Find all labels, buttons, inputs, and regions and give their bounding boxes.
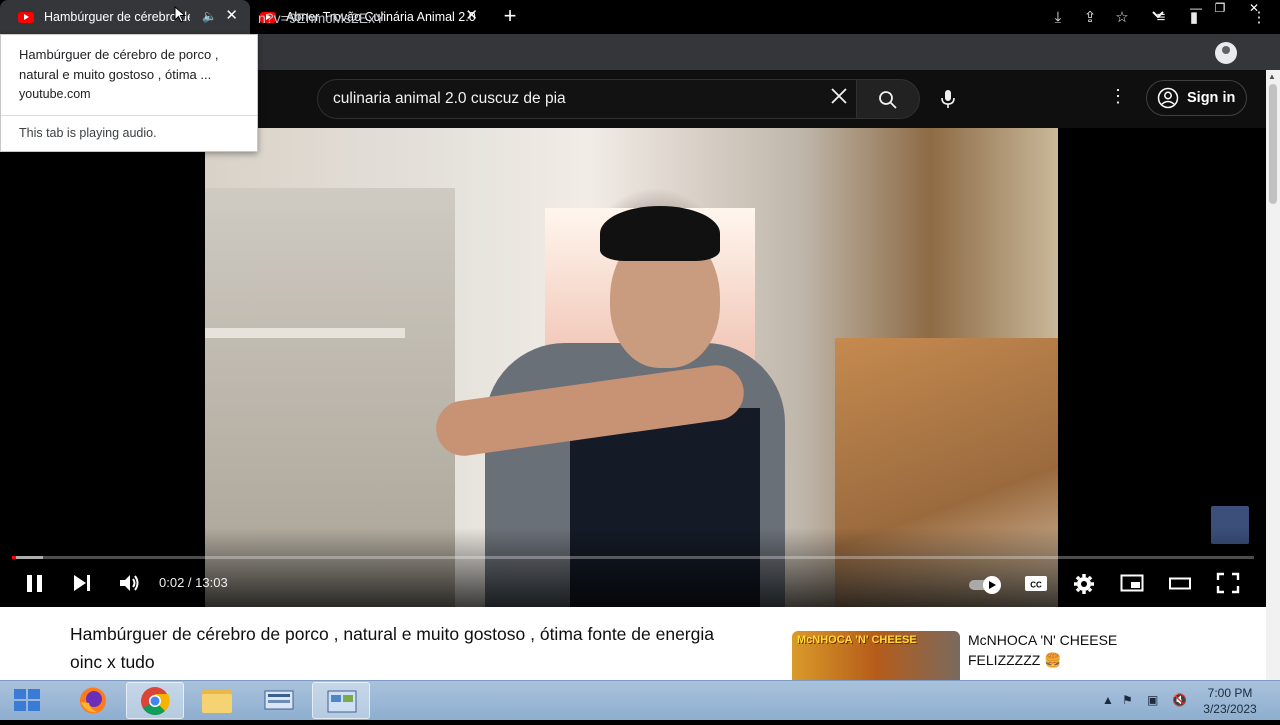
share-icon[interactable]: ⇪	[1080, 8, 1100, 28]
scroll-up-arrow-icon[interactable]: ▲	[1268, 72, 1276, 81]
progress-played	[12, 556, 16, 559]
volume-button[interactable]	[118, 572, 142, 596]
tab-active[interactable]: Hambúrguer de cérebro de porco 🔈 ✕	[0, 0, 250, 34]
hover-card-audio-status: This tab is playing audio.	[19, 126, 157, 140]
network-icon[interactable]: ▣	[1147, 693, 1158, 707]
restore-button[interactable]: ❐	[1206, 0, 1234, 18]
pause-icon	[27, 575, 42, 592]
search-query: culinaria animal 2.0 cuscuz de pia	[333, 90, 566, 107]
search-button[interactable]	[856, 79, 920, 119]
start-button[interactable]	[10, 685, 44, 715]
gear-icon	[1074, 574, 1094, 594]
mouse-cursor-icon	[174, 6, 186, 23]
theater-icon	[1169, 577, 1191, 590]
tab-title: Hambúrguer de cérebro de porco	[44, 10, 190, 24]
pause-button[interactable]	[25, 572, 45, 596]
captions-button[interactable]: CC	[1024, 572, 1048, 596]
autoplay-toggle-icon	[969, 576, 1001, 594]
address-bar[interactable]: n?v=9EhmcMs2ExY	[258, 10, 384, 26]
svg-text:CC: CC	[1030, 581, 1042, 590]
thumbnail-text: McNHOCA 'N' CHEESE	[797, 634, 917, 646]
side-panel-icon[interactable]: ▮	[1184, 8, 1204, 28]
recommendation-thumbnail[interactable]: McNHOCA 'N' CHEESE	[792, 631, 960, 680]
voice-search-button[interactable]	[928, 79, 968, 119]
profile-avatar-icon[interactable]	[1215, 42, 1237, 64]
clear-search-icon[interactable]	[830, 87, 848, 111]
autoplay-toggle[interactable]	[968, 575, 1004, 599]
video-title: Hambúrguer de cérebro de porco , natural…	[70, 624, 714, 672]
recommendation-title[interactable]: McNHOCA 'N' CHEESE FELIZZZZZ 🍔	[968, 630, 1168, 670]
install-icon[interactable]: ⤓	[1048, 8, 1068, 28]
miniplayer-button[interactable]	[1120, 572, 1144, 596]
progress-bar[interactable]	[12, 556, 1254, 559]
keyboard-icon	[264, 690, 294, 710]
action-center-flag-icon[interactable]: ⚑	[1122, 693, 1133, 707]
control-panel-icon	[327, 690, 357, 713]
sign-in-label: Sign in	[1187, 90, 1236, 106]
firefox-icon	[80, 687, 106, 714]
account-icon	[1157, 87, 1179, 109]
tray-overflow-icon[interactable]: ▲	[1102, 693, 1114, 707]
microphone-icon	[941, 90, 955, 108]
taskbar-app-keyboard[interactable]	[250, 682, 308, 719]
hover-card-domain: youtube.com	[19, 87, 91, 101]
media-control-icon[interactable]: ≡	[1151, 8, 1171, 28]
taskbar-firefox[interactable]	[64, 682, 122, 719]
skip-next-icon	[74, 575, 90, 591]
fullscreen-icon	[1216, 572, 1240, 594]
taskbar-explorer[interactable]	[188, 682, 246, 719]
tab-hover-card: Hambúrguer de cérebro de porco , natural…	[0, 34, 258, 152]
search-icon	[879, 91, 897, 109]
progress-buffered	[12, 556, 44, 559]
taskbar-chrome[interactable]	[126, 682, 184, 719]
speaker-icon[interactable]: 🔈	[202, 9, 217, 23]
youtube-favicon-icon	[18, 11, 34, 23]
taskbar-clock[interactable]: 7:00 PM 3/23/2023	[1196, 685, 1264, 717]
clock-time: 7:00 PM	[1207, 686, 1253, 700]
fullscreen-button[interactable]	[1216, 572, 1240, 596]
bookmark-star-icon[interactable]: ☆	[1112, 8, 1132, 28]
volume-muted-icon[interactable]: 🔇	[1172, 693, 1187, 707]
video-player[interactable]: 0:02 / 13:03 CC	[0, 128, 1266, 607]
close-tab-icon[interactable]: ✕	[225, 8, 238, 24]
close-tab-icon[interactable]: ✕	[465, 8, 478, 24]
chrome-icon	[141, 687, 170, 716]
timecode: 0:02 / 13:03	[159, 575, 228, 590]
settings-button[interactable]	[1072, 572, 1096, 596]
clock-date: 3/23/2023	[1203, 702, 1257, 716]
scrollbar-thumb[interactable]	[1269, 84, 1277, 204]
taskbar-app-control-panel[interactable]	[312, 682, 370, 719]
folder-icon	[202, 690, 232, 713]
browser-menu-icon[interactable]: ⋮	[1249, 8, 1269, 28]
windows-logo-icon	[14, 689, 40, 711]
captions-icon: CC	[1025, 576, 1047, 591]
sign-in-button[interactable]: Sign in	[1146, 80, 1247, 116]
settings-menu-icon[interactable]: ⋮	[1109, 86, 1127, 107]
hover-card-title: Hambúrguer de cérebro de porco , natural…	[19, 47, 219, 82]
volume-icon	[120, 575, 139, 591]
new-tab-button[interactable]: +	[499, 5, 521, 27]
miniplayer-icon	[1120, 574, 1144, 592]
theater-mode-button[interactable]	[1168, 572, 1192, 596]
next-button[interactable]	[72, 572, 92, 596]
